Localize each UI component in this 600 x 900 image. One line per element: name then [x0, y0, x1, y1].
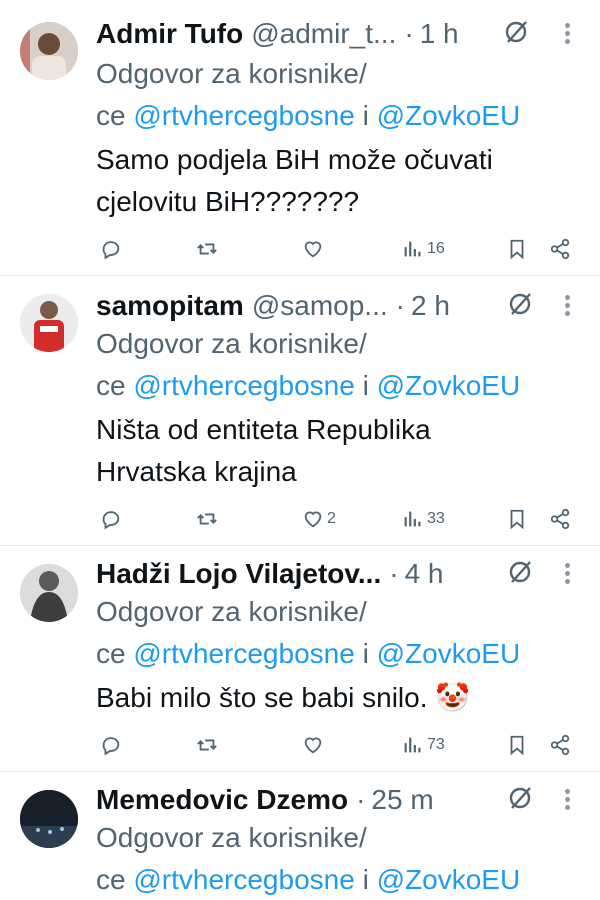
retweet-icon — [197, 739, 217, 751]
more-icon[interactable] — [562, 786, 572, 814]
more-icon[interactable] — [562, 20, 572, 48]
display-name[interactable]: Admir Tufo — [96, 18, 243, 50]
bookmark-button[interactable] — [506, 504, 528, 534]
timestamp[interactable]: 1 h — [420, 18, 459, 50]
tweet[interactable]: samopitam @samop... · 2 h Odgovor za kor… — [0, 276, 600, 546]
share-icon — [550, 734, 570, 756]
retweet-button[interactable] — [196, 234, 218, 264]
tweet-text: Babi milo što se babi snilo. 🤡 — [96, 682, 471, 713]
share-button[interactable] — [549, 234, 571, 264]
reply-context: Odgovor za korisnike/ — [96, 328, 367, 359]
share-button[interactable] — [549, 730, 571, 760]
mention-link[interactable]: @ZovkoEU — [377, 864, 521, 895]
share-button[interactable] — [549, 504, 571, 534]
reply-icon — [102, 737, 120, 756]
views-count: 33 — [427, 510, 445, 527]
share-icon — [550, 508, 570, 530]
mention-link[interactable]: @rtvhercegbosne — [133, 638, 354, 669]
bookmark-icon — [510, 735, 524, 756]
reply-context: i — [362, 370, 369, 401]
heart-icon — [304, 511, 322, 528]
reply-button[interactable] — [100, 504, 122, 534]
timestamp[interactable]: 2 h — [411, 290, 450, 322]
like-button[interactable] — [302, 730, 327, 760]
user-handle[interactable]: @samop... — [252, 290, 388, 322]
separator-dot: · — [404, 18, 414, 49]
mention-link[interactable]: @ZovkoEU — [377, 370, 521, 401]
views-button[interactable]: 33 — [402, 504, 445, 534]
reply-context: i — [362, 100, 369, 131]
bookmark-button[interactable] — [506, 730, 528, 760]
bookmark-icon — [510, 509, 524, 530]
reply-icon — [102, 241, 120, 260]
bookmark-button[interactable] — [506, 234, 528, 264]
reply-context: i — [362, 638, 369, 669]
reply-context: ce — [96, 100, 126, 131]
reply-context: Odgovor za korisnike/ — [96, 822, 367, 853]
timestamp[interactable]: 25 m — [371, 784, 433, 816]
more-icon[interactable] — [562, 292, 572, 320]
views-icon — [404, 241, 421, 257]
views-icon — [404, 737, 421, 753]
share-icon — [550, 238, 570, 260]
tweet-text: Ništa od entiteta Republika — [96, 414, 431, 445]
reply-context: i — [362, 864, 369, 895]
user-handle[interactable]: @admir_t... — [251, 18, 396, 50]
avatar[interactable] — [20, 790, 78, 848]
separator-dot: · — [395, 290, 405, 321]
display-name[interactable]: samopitam — [96, 290, 244, 322]
reply-icon — [102, 511, 120, 530]
timestamp[interactable]: 4 h — [405, 558, 444, 590]
like-button[interactable]: 2 — [302, 504, 336, 534]
display-name[interactable]: Memedovic Dzemo — [96, 784, 348, 816]
grok-icon[interactable] — [506, 558, 534, 586]
separator-dot: · — [356, 784, 366, 815]
tweet-text: Hrvatska krajina — [96, 456, 297, 487]
tweet[interactable]: Memedovic Dzemo · 25 m Odgovor za korisn… — [0, 772, 600, 900]
views-button[interactable]: 73 — [402, 730, 445, 760]
like-button[interactable] — [302, 234, 327, 264]
avatar[interactable] — [20, 22, 78, 80]
bookmark-icon — [510, 239, 524, 260]
avatar[interactable] — [20, 564, 78, 622]
views-icon — [404, 511, 421, 527]
mention-link[interactable]: @ZovkoEU — [377, 100, 521, 131]
retweet-button[interactable] — [196, 504, 218, 534]
reply-context: ce — [96, 638, 126, 669]
retweet-icon — [197, 513, 217, 525]
reply-context: ce — [96, 370, 126, 401]
retweet-button[interactable] — [196, 730, 218, 760]
reply-button[interactable] — [100, 730, 122, 760]
more-icon[interactable] — [562, 560, 572, 588]
mention-link[interactable]: @rtvhercegbosne — [133, 864, 354, 895]
separator-dot: · — [389, 558, 399, 589]
heart-icon — [304, 241, 322, 258]
tweet-text: cjelovitu BiH??????? — [96, 186, 360, 217]
views-count: 16 — [427, 240, 445, 257]
reply-context: Odgovor za korisnike/ — [96, 58, 367, 89]
tweet[interactable]: Hadži Lojo Vilajetov... · 4 h Odgovor za… — [0, 546, 600, 772]
tweet[interactable]: Admir Tufo @admir_t... · 1 h Odgovor za … — [0, 0, 600, 276]
mention-link[interactable]: @rtvhercegbosne — [133, 370, 354, 401]
like-count: 2 — [327, 510, 336, 527]
reply-context: ce — [96, 864, 126, 895]
reply-button[interactable] — [100, 234, 122, 264]
grok-icon[interactable] — [506, 290, 534, 318]
heart-icon — [304, 737, 322, 754]
mention-link[interactable]: @rtvhercegbosne — [133, 100, 354, 131]
grok-icon[interactable] — [502, 18, 530, 46]
reply-context: Odgovor za korisnike/ — [96, 596, 367, 627]
display-name[interactable]: Hadži Lojo Vilajetov... — [96, 558, 381, 590]
views-button[interactable]: 16 — [402, 234, 445, 264]
views-count: 73 — [427, 736, 445, 753]
mention-link[interactable]: @ZovkoEU — [377, 638, 521, 669]
tweet-text: Samo podjela BiH može očuvati — [96, 144, 493, 175]
avatar[interactable] — [20, 294, 78, 352]
grok-icon[interactable] — [506, 784, 534, 812]
retweet-icon — [197, 243, 217, 255]
